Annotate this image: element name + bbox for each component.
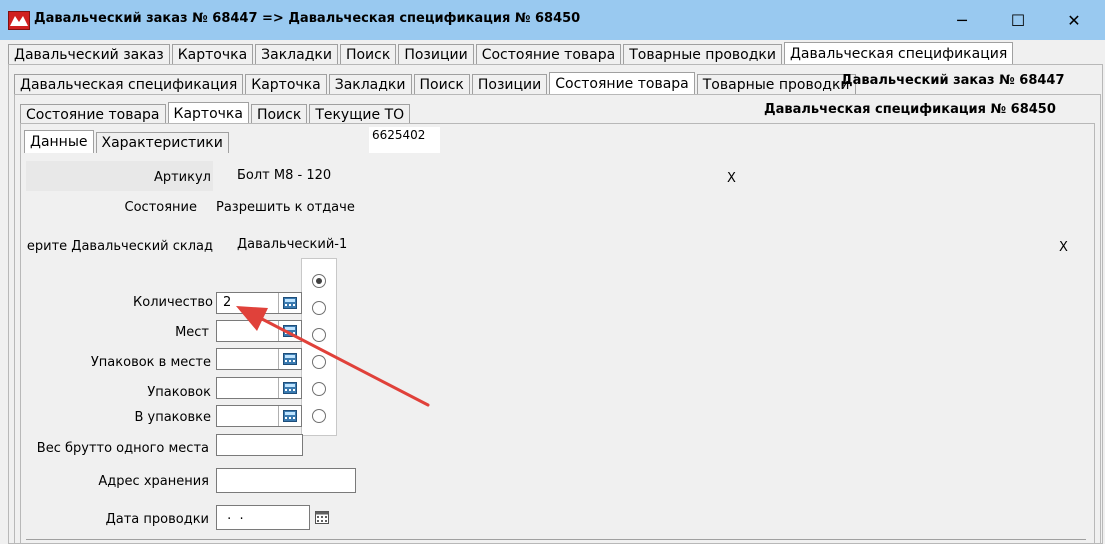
annotation-arrow-icon xyxy=(236,306,430,407)
